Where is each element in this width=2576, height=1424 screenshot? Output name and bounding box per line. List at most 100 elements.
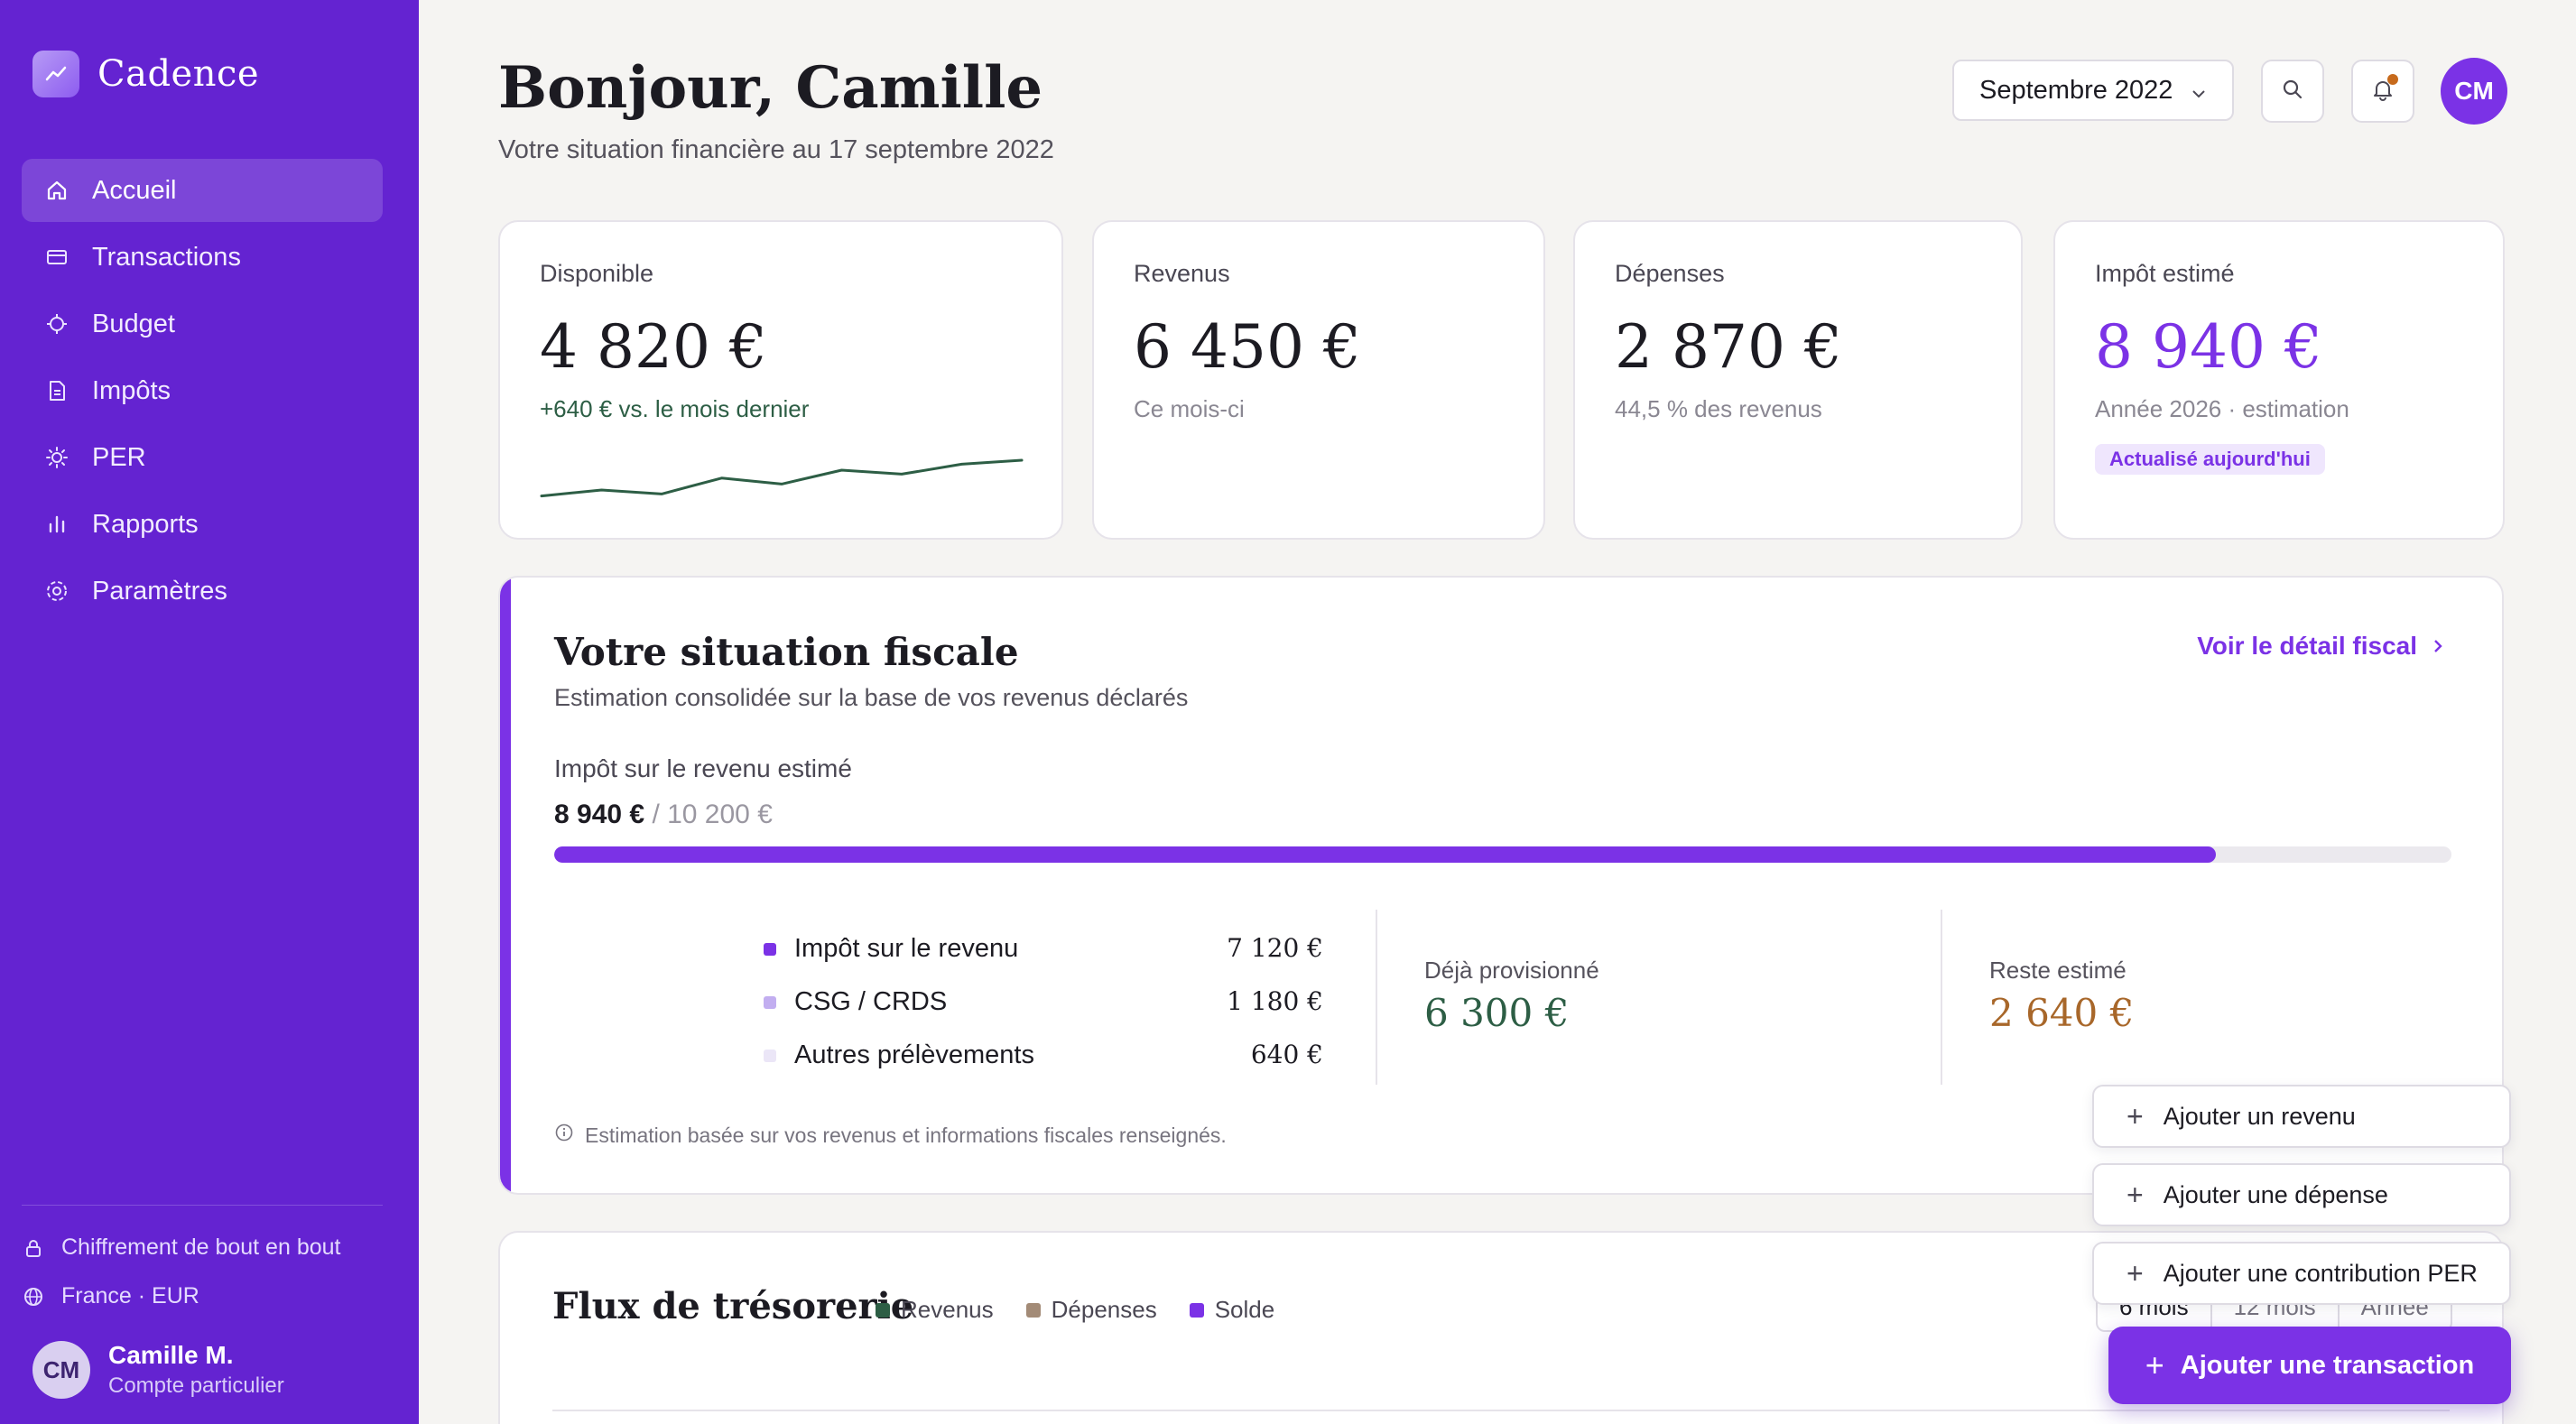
sidebar-item-transactions[interactable]: Transactions <box>22 226 383 289</box>
accent-bar <box>500 578 511 1193</box>
user-profile[interactable]: CM Camille M. Compte particulier <box>32 1341 284 1399</box>
stat-card-impot[interactable]: Impôt estimé 8 940 € Année 2026 · estima… <box>2053 220 2505 540</box>
locale-info: France · EUR <box>22 1283 199 1309</box>
stat-label: Dépenses <box>1615 260 1725 287</box>
fab-label: Ajouter une transaction <box>2180 1350 2475 1380</box>
chart-baseline <box>552 1410 2450 1411</box>
sidebar-divider <box>22 1205 383 1206</box>
legend-dot <box>1189 1302 1204 1318</box>
sidebar-item-label: Paramètres <box>92 576 227 606</box>
sidebar-item-impots[interactable]: Impôts <box>22 359 383 422</box>
plus-icon: + <box>2145 1346 2164 1383</box>
stat-value: 2 870 € <box>1615 312 1842 382</box>
sidebar-item-label: Transactions <box>92 242 241 272</box>
chevron-down-icon <box>2189 81 2209 111</box>
legend-label: Solde <box>1214 1296 1275 1323</box>
security-info: Chiffrement de bout en bout <box>22 1234 340 1261</box>
bar-chart-icon <box>42 509 72 540</box>
plus-icon: + <box>2127 1178 2144 1211</box>
section-title: Flux de trésorerie <box>552 1285 914 1327</box>
avatar[interactable]: CM <box>2441 58 2507 125</box>
user-account-type: Compte particulier <box>108 1373 284 1398</box>
add-transaction-button[interactable]: + Ajouter une transaction <box>2108 1327 2511 1404</box>
sidebar-item-per[interactable]: PER <box>22 426 383 489</box>
legend-item: Solde <box>1189 1296 1275 1324</box>
remaining-value: 2 640 € <box>1989 991 2135 1035</box>
stat-label: Impôt estimé <box>2095 260 2235 287</box>
breakdown-value: 640 € <box>1250 1040 1323 1069</box>
avatar: CM <box>32 1341 90 1399</box>
legend-dot <box>764 942 776 956</box>
locale-label: France · EUR <box>61 1283 199 1308</box>
security-label: Chiffrement de bout en bout <box>61 1234 341 1260</box>
breakdown-label: Autres prélèvements <box>794 1040 1034 1069</box>
tax-current: 8 940 € <box>554 800 645 829</box>
sidebar-item-parametres[interactable]: Paramètres <box>22 559 383 623</box>
action-label: Ajouter une dépense <box>2163 1180 2388 1208</box>
search-icon <box>2281 78 2304 106</box>
section-subtitle: Estimation consolidée sur la base de vos… <box>554 684 1189 711</box>
stat-card-disponible[interactable]: Disponible 4 820 € +640 € vs. le mois de… <box>498 220 1063 540</box>
action-label: Ajouter une contribution PER <box>2163 1259 2478 1287</box>
add-income-button[interactable]: + Ajouter un revenu <box>2092 1085 2511 1148</box>
brand[interactable]: Cadence <box>32 51 259 97</box>
add-expense-button[interactable]: + Ajouter une dépense <box>2092 1163 2511 1226</box>
notifications-button[interactable] <box>2351 60 2414 123</box>
tax-label: Impôt sur le revenu estimé <box>554 754 852 782</box>
sidebar-item-label: Budget <box>92 309 175 338</box>
lock-icon <box>22 1236 45 1260</box>
breakdown-row: Impôt sur le revenu 7 120 € <box>764 922 1323 976</box>
legend-label: Revenus <box>901 1296 994 1323</box>
legend-dot <box>876 1302 890 1318</box>
brand-name: Cadence <box>97 53 260 95</box>
breakdown-label: Impôt sur le revenu <box>794 934 1019 963</box>
tax-total: / 10 200 € <box>652 800 773 829</box>
stat-card-revenus[interactable]: Revenus 6 450 € Ce mois-ci <box>1092 220 1545 540</box>
tax-breakdown: Impôt sur le revenu 7 120 € CSG / CRDS 1… <box>764 922 1323 1082</box>
stat-note: Année 2026 · estimation <box>2095 395 2349 422</box>
legend-item: Revenus <box>876 1296 994 1324</box>
legend-dot <box>764 995 776 1009</box>
sidebar-item-accueil[interactable]: Accueil <box>22 159 383 222</box>
sparkline <box>540 458 1024 498</box>
globe-icon <box>22 1285 45 1308</box>
stat-note: 44,5 % des revenus <box>1615 395 1822 422</box>
chart-legend: Revenus Dépenses Solde <box>876 1296 1307 1324</box>
user-name: Camille M. <box>108 1341 234 1369</box>
provisioned-value: 6 300 € <box>1424 991 1570 1035</box>
add-per-contribution-button[interactable]: + Ajouter une contribution PER <box>2092 1242 2511 1305</box>
sidebar-item-label: Impôts <box>92 375 171 405</box>
status-badge: Actualisé aujourd'hui <box>2095 444 2325 475</box>
card-icon <box>42 242 72 273</box>
divider <box>1941 910 1942 1085</box>
breakdown-row: Autres prélèvements 640 € <box>764 1029 1323 1082</box>
stat-change: +640 € vs. le mois dernier <box>540 395 810 422</box>
sidebar-item-label: PER <box>92 442 146 472</box>
breakdown-value: 1 180 € <box>1227 986 1323 1016</box>
notification-dot <box>2387 74 2398 85</box>
sidebar: Cadence Accueil Transactions Budget Impô… <box>0 0 419 1424</box>
remaining-label: Reste estimé <box>1989 957 2127 984</box>
plus-icon: + <box>2127 1099 2144 1133</box>
document-icon <box>42 375 72 406</box>
divider <box>1376 910 1377 1085</box>
stat-card-depenses[interactable]: Dépenses 2 870 € 44,5 % des revenus <box>1573 220 2023 540</box>
home-icon <box>42 175 72 206</box>
sidebar-item-label: Accueil <box>92 175 177 205</box>
legend-dot <box>1025 1302 1041 1318</box>
month-select[interactable]: Septembre 2022 <box>1952 60 2234 121</box>
sidebar-item-budget[interactable]: Budget <box>22 292 383 356</box>
search-button[interactable] <box>2261 60 2324 123</box>
sun-icon <box>42 442 72 473</box>
breakdown-row: CSG / CRDS 1 180 € <box>764 976 1323 1029</box>
stat-value: 6 450 € <box>1134 312 1361 382</box>
sidebar-item-label: Rapports <box>92 509 199 539</box>
breakdown-value: 7 120 € <box>1227 933 1323 963</box>
sidebar-item-rapports[interactable]: Rapports <box>22 493 383 556</box>
legend-dot <box>764 1049 776 1062</box>
fiscal-detail-link-label: Voir le détail fiscal <box>2197 632 2417 660</box>
tax-amount: 8 940 € / 10 200 € <box>554 800 773 830</box>
page-subtitle: Votre situation financière au 17 septemb… <box>498 135 1054 164</box>
fiscal-detail-link[interactable]: Voir le détail fiscal <box>2197 632 2446 661</box>
info-icon <box>554 1123 574 1148</box>
